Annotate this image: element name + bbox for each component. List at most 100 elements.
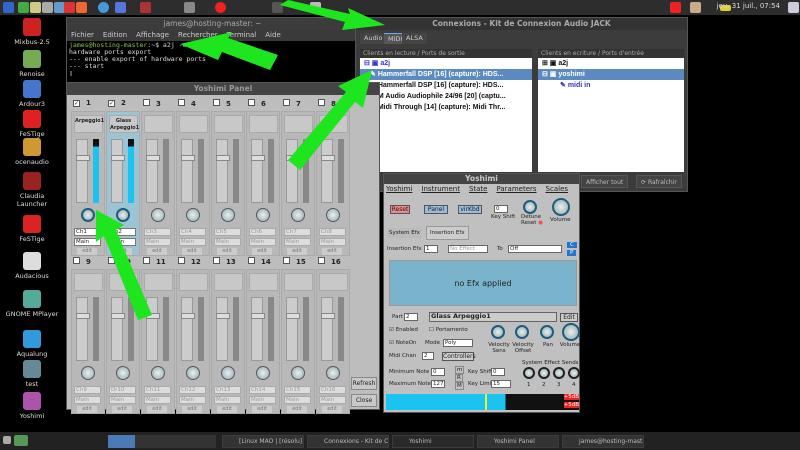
desktop-icon[interactable]: FeSTige xyxy=(4,215,60,243)
edit-button[interactable]: edit xyxy=(322,248,342,255)
part-checkbox[interactable] xyxy=(283,99,290,106)
output-select[interactable]: Main xyxy=(109,396,136,404)
launcher-icon[interactable] xyxy=(3,2,14,13)
pan-knob[interactable] xyxy=(291,366,305,380)
part-name[interactable]: Glass Arpeggio1 xyxy=(429,312,557,322)
part-name[interactable] xyxy=(284,115,313,133)
effect-send-knob[interactable] xyxy=(568,367,580,379)
effect-send-knob[interactable] xyxy=(538,367,550,379)
key-shift-input[interactable]: 0 xyxy=(494,205,508,213)
channel-select[interactable]: Ch15 xyxy=(284,386,311,394)
pan-knob[interactable] xyxy=(221,208,235,222)
pan-knob[interactable] xyxy=(326,208,340,222)
task-connexions[interactable]: Connexions - Kit de C... xyxy=(307,435,389,448)
client-a2j[interactable]: ⊟ ▣ a2j xyxy=(360,58,532,69)
output-select[interactable]: Main xyxy=(214,396,241,404)
channel-select[interactable]: Ch13 xyxy=(214,386,241,394)
output-select[interactable]: Main xyxy=(179,238,206,246)
channel-select[interactable]: Ch16 xyxy=(319,386,346,394)
pan-knob[interactable] xyxy=(186,208,200,222)
part-enable[interactable]: 7 xyxy=(283,99,301,108)
part-name[interactable]: Glass Arpeggio1 xyxy=(109,115,139,133)
part-checkbox[interactable] xyxy=(73,257,80,264)
key-limit-select[interactable]: 15 xyxy=(491,380,511,388)
port-midi-in[interactable]: ✎ midi in xyxy=(538,80,684,91)
channel-select[interactable]: Ch4 xyxy=(179,228,206,236)
part-checkbox[interactable] xyxy=(283,257,290,264)
channel-select[interactable]: Ch14 xyxy=(249,386,276,394)
tray-icon[interactable] xyxy=(670,2,681,13)
edit-button[interactable]: edit xyxy=(182,248,202,255)
part-enable[interactable]: 4 xyxy=(178,99,196,108)
edit-button[interactable]: edit xyxy=(217,248,237,255)
edit-button[interactable]: edit xyxy=(112,248,132,255)
pan-knob[interactable] xyxy=(151,366,165,380)
edit-button[interactable]: edit xyxy=(287,248,307,255)
channel-select[interactable]: Ch3 xyxy=(144,228,171,236)
edit-button[interactable]: edit xyxy=(147,406,167,413)
virkbd-button[interactable]: virKbd xyxy=(458,205,482,214)
close-button[interactable]: Close xyxy=(351,394,377,407)
task-terminal[interactable]: james@hosting-mast... xyxy=(562,435,644,448)
volume-fader[interactable] xyxy=(111,139,125,203)
volume-fader[interactable] xyxy=(286,139,300,203)
part-name[interactable] xyxy=(214,115,243,133)
part-enable[interactable]: 11 xyxy=(143,257,166,266)
tab-audio[interactable]: Audio xyxy=(360,33,387,44)
part-checkbox[interactable] xyxy=(178,257,185,264)
pan-knob[interactable] xyxy=(221,366,235,380)
volume-fader[interactable] xyxy=(146,297,160,361)
part-name[interactable] xyxy=(144,273,173,291)
edit-button[interactable]: edit xyxy=(77,406,97,413)
pan-knob[interactable] xyxy=(186,366,200,380)
menu-fichier[interactable]: Fichier xyxy=(71,31,94,39)
part-name[interactable] xyxy=(214,273,243,291)
printer-icon[interactable] xyxy=(184,2,195,13)
app-icon[interactable] xyxy=(310,2,321,13)
volume-fader[interactable] xyxy=(321,297,335,361)
part-checkbox[interactable] xyxy=(143,257,150,264)
port-item[interactable]: ✎ Hammerfall DSP [16] (capture): HDS... xyxy=(360,69,532,80)
menu-affichage[interactable]: Affichage xyxy=(136,31,169,39)
desktop-icon[interactable]: Audacious xyxy=(4,252,60,280)
part-enable[interactable]: 10 xyxy=(108,257,131,266)
volume-fader[interactable] xyxy=(286,297,300,361)
show-all-button[interactable]: Afficher tout xyxy=(581,175,629,188)
effect-select[interactable]: No Effect xyxy=(448,245,488,253)
velocity-sens-knob[interactable] xyxy=(491,325,505,339)
volume-fader[interactable] xyxy=(181,297,195,361)
menu-rechercher[interactable]: Rechercher xyxy=(178,31,218,39)
edit-button[interactable]: edit xyxy=(252,248,272,255)
detune-knob[interactable] xyxy=(523,200,537,214)
input-ports-list[interactable]: Clients en ecriture / Ports d'entrée ⊞ ▣… xyxy=(538,49,684,172)
part-enable[interactable]: 6 xyxy=(248,99,266,108)
channel-select[interactable]: Ch11 xyxy=(144,386,171,394)
min-note-m-button[interactable]: m xyxy=(455,366,465,374)
pan-knob[interactable] xyxy=(326,366,340,380)
channel-select[interactable]: Ch5 xyxy=(214,228,241,236)
pan-knob[interactable] xyxy=(291,208,305,222)
part-name[interactable] xyxy=(144,115,173,133)
desktop-icon[interactable]: FeSTige xyxy=(4,110,60,138)
output-select[interactable]: Main xyxy=(249,238,276,246)
desktop-icon[interactable]: Claudia Launcher xyxy=(4,172,60,208)
output-select[interactable]: Main xyxy=(109,238,136,246)
editor-icon[interactable] xyxy=(30,2,41,13)
app-icon[interactable] xyxy=(115,2,126,13)
pan-knob[interactable] xyxy=(81,208,95,222)
channel-select[interactable]: Ch8 xyxy=(319,228,346,236)
pan-knob[interactable] xyxy=(81,366,95,380)
part-enable[interactable]: 8 xyxy=(318,99,336,108)
task-yoshimi-panel[interactable]: Yoshimi Panel xyxy=(477,435,559,448)
part-checkbox[interactable] xyxy=(248,99,255,106)
menu-parameters[interactable]: Parameters xyxy=(496,185,536,193)
part-checkbox[interactable] xyxy=(318,99,325,106)
menu-terminal[interactable]: Terminal xyxy=(227,31,257,39)
part-enable[interactable]: 16 xyxy=(318,257,341,266)
output-select[interactable]: Main xyxy=(284,238,311,246)
max-note-m-button[interactable]: M xyxy=(455,382,464,390)
part-checkbox[interactable] xyxy=(178,99,185,106)
part-checkbox[interactable]: ✓ xyxy=(108,100,115,107)
desktop-icon[interactable]: Yoshimi xyxy=(4,392,60,420)
menu-icon[interactable] xyxy=(3,436,11,444)
